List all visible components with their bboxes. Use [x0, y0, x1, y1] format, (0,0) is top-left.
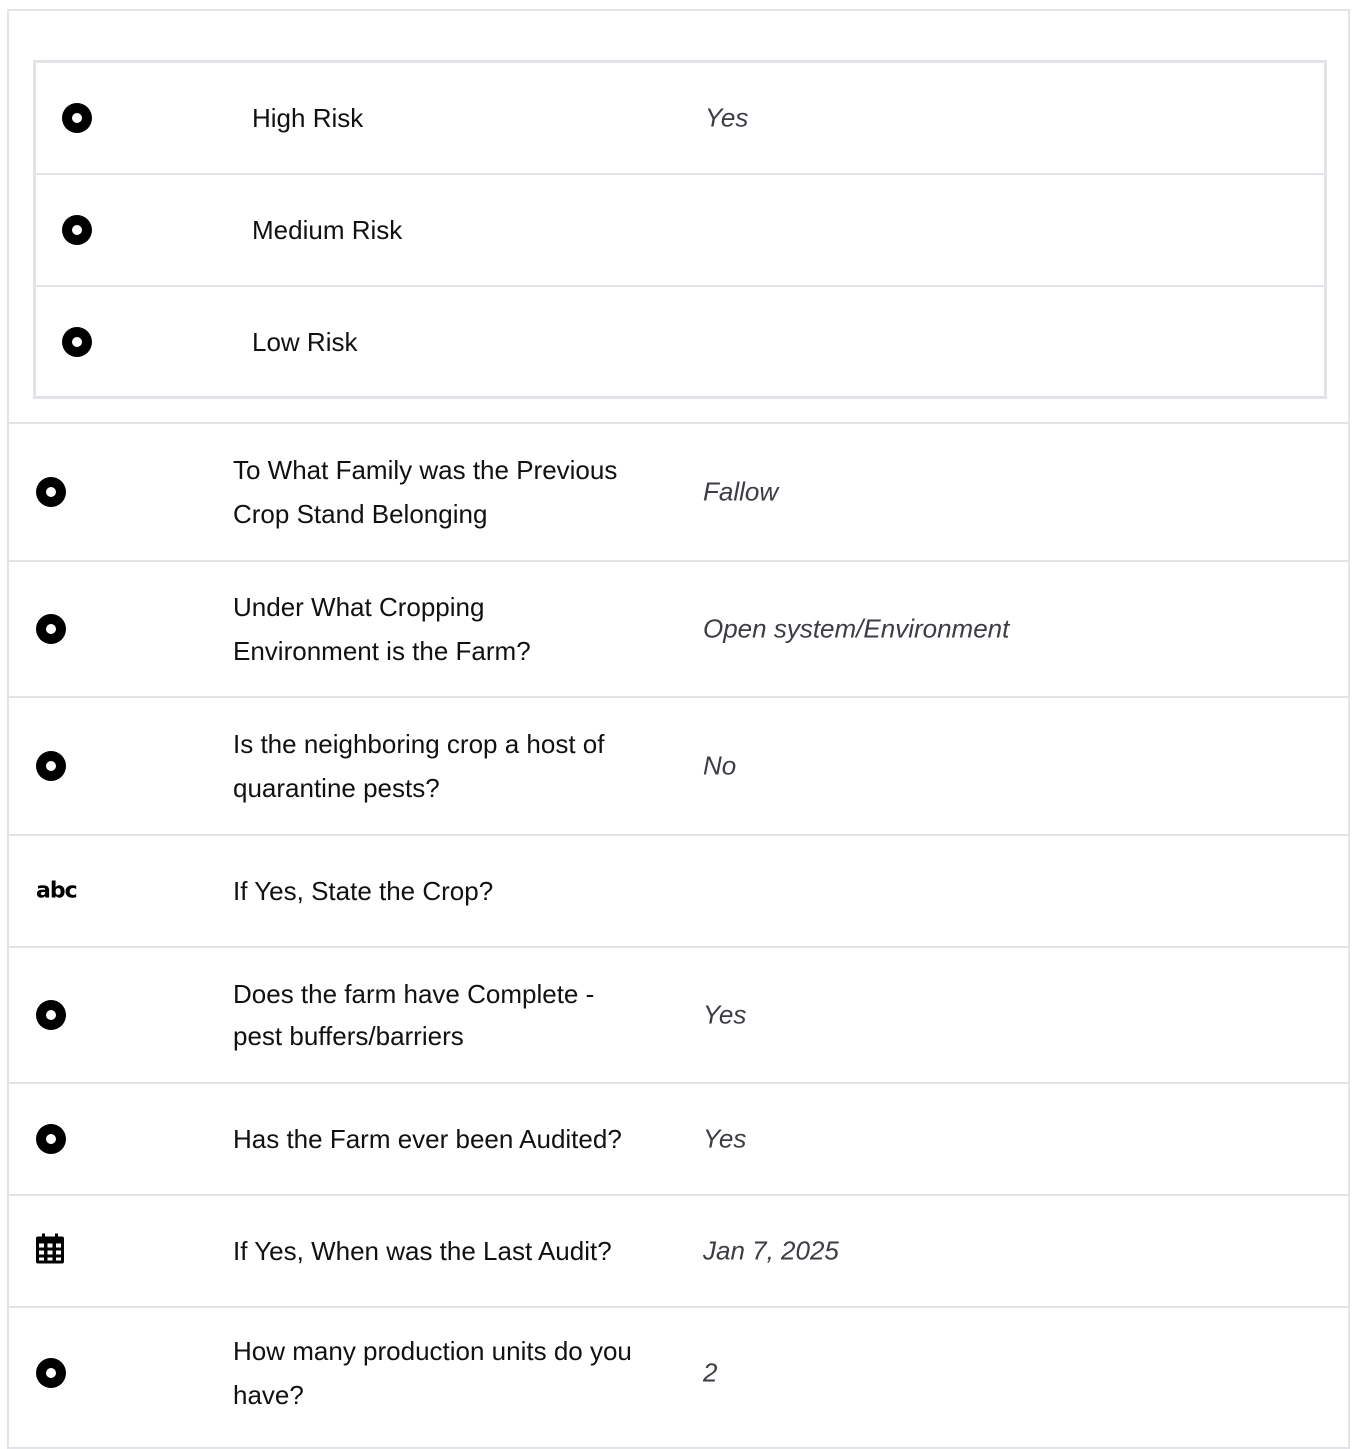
option-row: Medium Risk: [36, 175, 1324, 287]
radio-icon: [36, 1000, 66, 1030]
radio-icon: [36, 1357, 66, 1388]
question-row: Under What Cropping Environment is the F…: [9, 560, 1348, 696]
option-label: Medium Risk: [252, 215, 403, 245]
question-row: Does the farm have Complete -pest buffer…: [9, 946, 1348, 1082]
question-label: To What Family was the Previous Crop Sta…: [233, 455, 618, 529]
question-row: Has the Farm ever been Audited? Yes: [9, 1082, 1348, 1194]
option-row: High Risk Yes: [36, 63, 1324, 175]
text-field-icon: abc: [36, 878, 78, 904]
answer-value: Jan 7, 2025: [703, 1235, 839, 1266]
question-row: How many production units do you have? 2: [9, 1306, 1348, 1446]
question-label: Has the Farm ever been Audited?: [233, 1124, 622, 1154]
radio-icon: [36, 1124, 66, 1154]
answer-value: Fallow: [703, 476, 779, 507]
calendar-icon: [36, 1233, 64, 1269]
answer-value: 2: [703, 1357, 718, 1388]
option-label: Low Risk: [252, 326, 358, 357]
answer-value: Yes: [703, 999, 747, 1030]
question-row: Is the neighboring crop a host of quaran…: [9, 696, 1348, 834]
question-label: How many production units do you have?: [233, 1335, 632, 1410]
question-row: If Yes, When was the Last Audit? Jan 7, …: [9, 1194, 1348, 1306]
option-row: Low Risk: [36, 287, 1324, 396]
question-label: If Yes, State the Crop?: [233, 876, 494, 906]
question-row: abc If Yes, State the Crop?: [9, 834, 1348, 946]
question-label: Under What Cropping Environment is the F…: [233, 592, 531, 666]
radio-icon: [36, 477, 66, 507]
question-label: Does the farm have Complete -pest buffer…: [233, 979, 595, 1051]
question-list: To What Family was the Previous Crop Sta…: [9, 422, 1348, 1446]
radio-icon: [62, 326, 92, 357]
option-value: Yes: [705, 102, 749, 133]
radio-icon: [36, 614, 66, 644]
risk-level-options: High Risk Yes Medium Risk Low Risk: [33, 60, 1327, 399]
answer-value: Yes: [703, 1123, 747, 1154]
question-label: If Yes, When was the Last Audit?: [233, 1236, 612, 1266]
answer-value: No: [703, 750, 737, 781]
form-responses-panel: High Risk Yes Medium Risk Low Risk To Wh…: [7, 9, 1350, 1449]
radio-icon: [36, 751, 66, 781]
question-label: Is the neighboring crop a host of quaran…: [233, 729, 605, 803]
radio-icon: [62, 215, 92, 245]
radio-icon: [62, 103, 92, 133]
question-row: To What Family was the Previous Crop Sta…: [9, 422, 1348, 560]
answer-value: Open system/Environment: [703, 613, 1010, 644]
option-label: High Risk: [252, 103, 364, 133]
